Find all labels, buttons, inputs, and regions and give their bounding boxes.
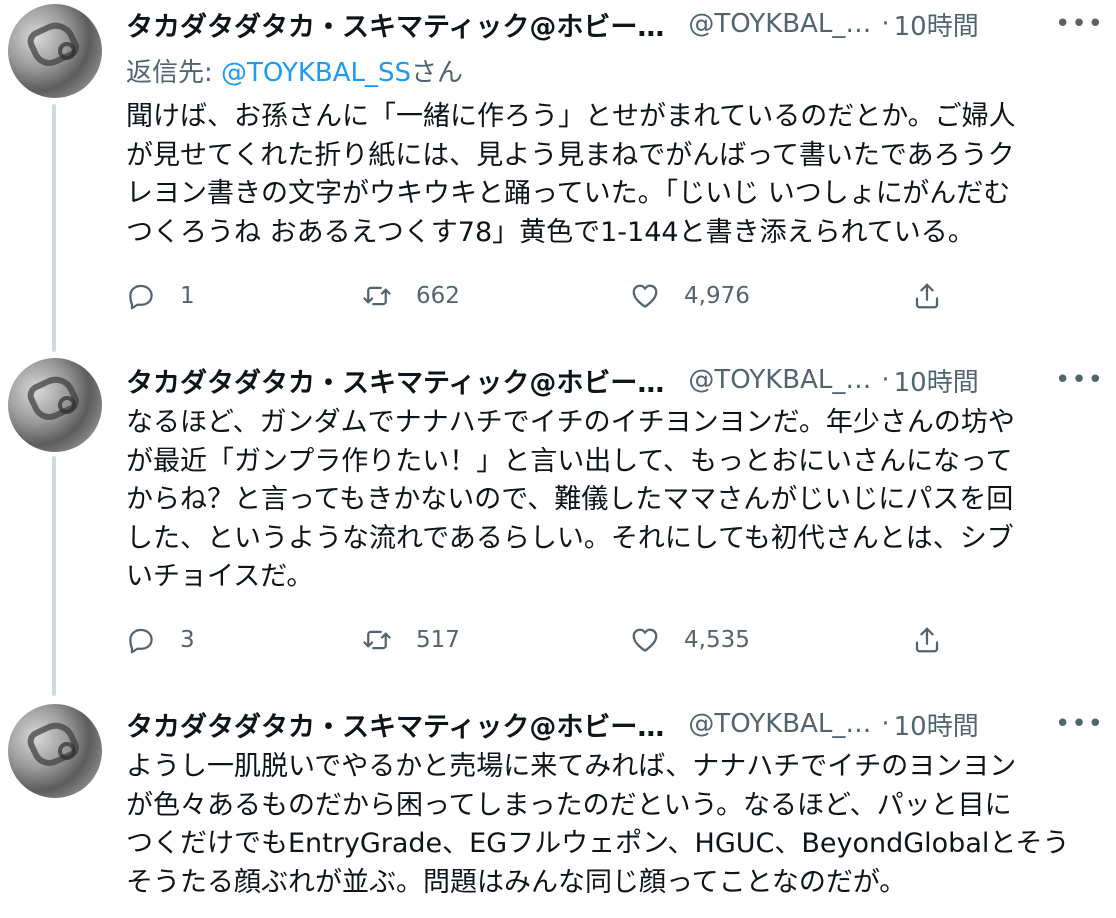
avatar[interactable] (8, 4, 102, 98)
reply-button[interactable]: 3 (126, 620, 195, 660)
reply-icon (129, 284, 153, 310)
tweet-header: タカダタダタカ・スキマティック@ホビー… @TOYKBAL_… · 10時間 •… (126, 4, 1116, 44)
reply-count: 1 (180, 283, 195, 309)
reply-count: 3 (180, 627, 195, 653)
like-button[interactable]: 4,535 (630, 620, 750, 660)
retweet-icon (363, 286, 391, 306)
timestamp[interactable]: 10時間 (894, 6, 979, 43)
tweet-text-line: が色々あるものだから困ってしまったのだという。なるほど、パッと目に (126, 789, 1012, 821)
reply-to-handle-link[interactable]: @TOYKBAL_SS (221, 58, 411, 88)
tweet[interactable]: タカダタダタカ・スキマティック@ホビー… @TOYKBAL_… · 10時間 •… (0, 696, 1116, 918)
reply-icon (129, 628, 153, 654)
separator-dot: · (881, 9, 890, 39)
more-icon[interactable]: ••• (1055, 365, 1104, 395)
like-icon (632, 284, 658, 308)
tweet-text-line: 聞けば、お孫さんに「一緒に作ろう」とせがまれているのだとか。ご婦人 (126, 101, 1016, 132)
retweet-count: 662 (416, 283, 460, 309)
separator-dot: · (881, 365, 890, 395)
author-handle[interactable]: @TOYKBAL_… (688, 709, 871, 739)
tweet[interactable]: タカダタダタカ・スキマティック@ホビー… @TOYKBAL_… · 10時間 •… (0, 0, 1116, 350)
tweet-text: 聞けば、お孫さんに「一緒に作ろう」とせがまれているのだとか。ご婦人 が見せてくれ… (126, 98, 1106, 252)
like-icon (632, 628, 658, 652)
action-bar: 3 517 4,535 (126, 620, 966, 660)
action-bar: 1 662 4,976 (126, 276, 966, 316)
tweet-text-line: つくだけでもEntryGrade、EGフルウェポン、HGUC、BeyondGlo… (126, 828, 1070, 859)
share-button[interactable] (912, 620, 942, 660)
tweet-text: ようし一肌脱いでやるかと売場に来てみれば、ナナハチでイチのヨンヨン が色々あるも… (126, 748, 1106, 902)
avatar[interactable] (8, 358, 102, 452)
reply-button[interactable]: 1 (126, 276, 195, 316)
tweet-text-line: ようし一肌脱いでやるかと売場に来てみれば、ナナハチでイチのヨンヨン (126, 751, 1017, 782)
author-name[interactable]: タカダタダタカ・スキマティック@ホビー… (126, 361, 664, 400)
tweet-text: なるほど、ガンダムでナナハチでイチのイチヨンヨンだ。年少さんの坊や が最近「ガン… (126, 404, 1106, 597)
author-name[interactable]: タカダタダタカ・スキマティック@ホビー… (126, 705, 664, 744)
tweet-text-line: つくろうね おあるえつくす78」黄色で1-144と書き添えられている。 (126, 216, 975, 248)
reply-to-label: 返信先: (126, 58, 222, 88)
tweet-text-line: レヨン書きの文字がウキウキと踊っていた。「じいじ いつしょにがんだむ (126, 178, 1011, 209)
tweet-text-line: そうたる顔ぶれが並ぶ。問題はみんな同じ顔ってことなのだが。 (126, 866, 907, 898)
retweet-icon (363, 630, 391, 650)
more-icon[interactable]: ••• (1055, 9, 1104, 39)
tweet-text-line: した、というような流れであるらしい。それにしても初代さんとは、シブ (126, 522, 1014, 554)
tweet-header: タカダタダタカ・スキマティック@ホビー… @TOYKBAL_… · 10時間 •… (126, 360, 1116, 400)
retweet-button[interactable]: 517 (362, 620, 460, 660)
reply-to-suffix: さん (411, 58, 464, 88)
tweet-text-line: いチョイスだ。 (126, 561, 314, 592)
retweet-count: 517 (416, 627, 460, 653)
timestamp[interactable]: 10時間 (894, 362, 979, 399)
tweet-text-line: からね？と言ってもきかないので、難儀したママさんがじいじにパスを回 (126, 484, 1014, 515)
author-name[interactable]: タカダタダタカ・スキマティック@ホビー… (126, 5, 664, 44)
retweet-button[interactable]: 662 (362, 276, 460, 316)
tweet-header: タカダタダタカ・スキマティック@ホビー… @TOYKBAL_… · 10時間 •… (126, 704, 1116, 744)
share-icon (915, 627, 939, 653)
author-handle[interactable]: @TOYKBAL_… (688, 365, 871, 395)
tweet[interactable]: タカダタダタカ・スキマティック@ホビー… @TOYKBAL_… · 10時間 •… (0, 352, 1116, 696)
like-count: 4,535 (684, 627, 750, 653)
share-button[interactable] (912, 276, 942, 316)
author-handle[interactable]: @TOYKBAL_… (688, 9, 871, 39)
like-count: 4,976 (684, 283, 750, 309)
separator-dot: · (881, 709, 890, 739)
more-icon[interactable]: ••• (1055, 709, 1104, 739)
reply-to: 返信先: @TOYKBAL_SSさん (126, 52, 463, 89)
share-icon (915, 283, 939, 309)
timestamp[interactable]: 10時間 (894, 706, 979, 743)
avatar[interactable] (8, 704, 102, 798)
tweet-text-line: なるほど、ガンダムでナナハチでイチのイチヨンヨンだ。年少さんの坊や (126, 407, 1015, 438)
tweet-text-line: が見せてくれた折り紙には、見よう見まねでがんばって書いたであろうク (126, 139, 1015, 171)
tweet-text-line: が最近「ガンプラ作りたい！」と言い出して、もっとおにいさんになって (126, 445, 1013, 477)
like-button[interactable]: 4,976 (630, 276, 750, 316)
